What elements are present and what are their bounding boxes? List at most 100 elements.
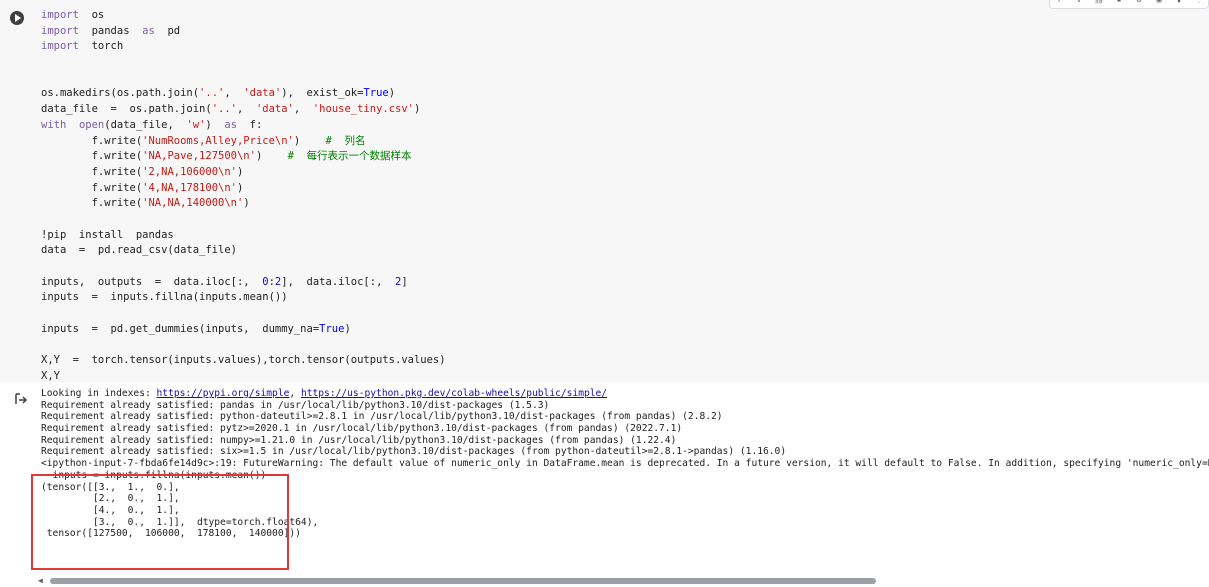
code-token: ], data.iloc[:,	[281, 275, 396, 288]
code-token: f.write(	[41, 181, 143, 194]
output-text: Requirement already satisfied: pytz>=202…	[41, 423, 683, 435]
code-line: import os	[41, 8, 446, 24]
delete-icon[interactable]: ▮	[1174, 0, 1184, 4]
code-cell[interactable]: ↑ ↓ ⛓ ▪ ⚙ ▣ ▮ ⋮ import osimport pandas a…	[0, 0, 1209, 382]
code-token: '..'	[199, 87, 225, 100]
code-token: open	[78, 118, 105, 131]
code-token: data_file = os.path.join(	[41, 103, 212, 116]
code-token: )	[243, 197, 250, 210]
output-text: Looking in indexes:	[41, 388, 157, 399]
scrollbar-thumb[interactable]	[50, 578, 876, 584]
code-token: )	[236, 181, 244, 194]
code-line: with open(data_file, 'w') as f:	[41, 118, 446, 134]
output-line: Looking in indexes: https://pypi.org/sim…	[41, 388, 1209, 400]
arrow-down-icon[interactable]: ↓	[1074, 0, 1084, 4]
code-token: 'house_tiny.csv'	[312, 103, 415, 116]
run-cell-button[interactable]	[10, 11, 24, 25]
mirror-icon[interactable]: ▣	[1154, 0, 1164, 4]
code-token: # 列名	[325, 134, 366, 147]
code-token: True	[319, 322, 345, 335]
code-token: torch	[78, 40, 124, 53]
code-token: with	[41, 118, 67, 131]
comment-icon[interactable]: ▪	[1114, 0, 1124, 4]
scroll-left-icon[interactable]: ◀	[38, 577, 43, 585]
code-token: f:	[237, 118, 263, 131]
more-icon[interactable]: ⋮	[1194, 0, 1204, 4]
code-token: ,	[236, 103, 256, 116]
code-token: import	[41, 40, 79, 53]
code-token: '4,NA,178100\n'	[142, 181, 237, 194]
output-text: ,	[289, 388, 301, 399]
code-line: f.write('4,NA,178100\n')	[41, 181, 446, 197]
code-token: inputs = pd.get_dummies(inputs, dummy_na…	[41, 322, 320, 335]
code-token: ,	[224, 87, 244, 100]
code-token: os	[78, 9, 105, 21]
output-arrow-icon[interactable]	[15, 390, 29, 404]
code-token: data = pd.read_csv(data_file)	[41, 244, 237, 257]
code-token: )	[293, 134, 326, 147]
code-token: inputs = inputs.fillna(inputs.mean())	[41, 291, 288, 304]
output-link[interactable]: https://pypi.org/simple	[157, 388, 290, 399]
code-token: )	[344, 322, 351, 335]
output-line: Requirement already satisfied: pytz>=202…	[41, 423, 1209, 435]
code-token: )	[388, 87, 396, 100]
code-token: pandas	[78, 24, 143, 37]
code-token: f.write(	[41, 150, 143, 163]
code-token: X,Y	[41, 369, 60, 382]
code-token: pd	[154, 24, 181, 37]
code-token: as	[224, 118, 238, 131]
code-token: )	[236, 165, 244, 178]
code-token: import	[41, 24, 79, 37]
code-line: f.write('NumRooms,Alley,Price\n') # 列名	[41, 134, 446, 150]
output-link[interactable]: https://us-python.pkg.dev/colab-wheels/p…	[301, 388, 607, 399]
code-token: True	[363, 87, 389, 100]
code-line: f.write('NA,Pave,127500\n') # 每行表示一个数据样本	[41, 149, 446, 165]
code-token: f.write(	[41, 134, 143, 147]
output-text: Requirement already satisfied: six>=1.5 …	[41, 446, 787, 458]
code-token: f.write(	[41, 165, 143, 178]
code-token: !pip install pandas	[41, 228, 174, 241]
code-token: inputs, outputs = data.iloc[:,	[41, 275, 263, 288]
output-line: Requirement already satisfied: python-da…	[41, 411, 1209, 423]
link-icon[interactable]: ⛓	[1094, 0, 1104, 4]
play-icon	[14, 14, 21, 22]
code-token: '2,NA,106000\n'	[142, 165, 237, 178]
output-line: Requirement already satisfied: pandas in…	[41, 400, 1209, 412]
arrow-up-icon[interactable]: ↑	[1054, 0, 1064, 4]
code-line: !pip install pandas	[41, 228, 446, 244]
code-line: data_file = os.path.join('..', 'data', '…	[41, 102, 446, 118]
code-line: os.makedirs(os.path.join('..', 'data'), …	[41, 86, 446, 102]
code-token: 'data'	[255, 103, 294, 116]
code-line: data = pd.read_csv(data_file)	[41, 243, 446, 259]
code-token: (data_file,	[104, 118, 187, 131]
output-text: <ipython-input-7-fbda6fe14d9c>:19: Futur…	[41, 458, 1209, 470]
code-token: 'w'	[186, 118, 206, 131]
code-line: inputs = inputs.fillna(inputs.mean())	[41, 290, 446, 306]
code-token: f.write(	[41, 197, 143, 210]
code-token: 'NA,Pave,127500\n'	[142, 150, 256, 163]
code-token: ,	[293, 103, 313, 116]
code-line: inputs = pd.get_dummies(inputs, dummy_na…	[41, 322, 446, 338]
code-line: inputs, outputs = data.iloc[:, 0:2], dat…	[41, 275, 446, 291]
code-line: import pandas as pd	[41, 24, 446, 40]
code-token: 'NA,NA,140000\n'	[142, 197, 244, 210]
code-token: 'NumRooms,Alley,Price\n'	[142, 134, 294, 147]
code-token: ), exist_ok=	[281, 87, 364, 100]
output-text: Requirement already satisfied: numpy>=1.…	[41, 434, 677, 446]
code-token: )	[205, 118, 225, 131]
code-editor[interactable]: import os import pandas as pd import torch…	[41, 8, 446, 385]
code-line: import torch	[41, 39, 446, 55]
code-token: os.makedirs(os.path.join(	[41, 87, 200, 100]
horizontal-scrollbar[interactable]: ◀	[38, 577, 1209, 585]
output-line: Requirement already satisfied: numpy>=1.…	[41, 435, 1209, 447]
code-token: X,Y = torch.tensor(inputs.values),torch.…	[41, 354, 446, 367]
code-token: )	[255, 150, 288, 163]
code-token: import	[41, 9, 79, 21]
code-token: 'data'	[243, 87, 282, 100]
settings-icon[interactable]: ⚙	[1134, 0, 1144, 4]
